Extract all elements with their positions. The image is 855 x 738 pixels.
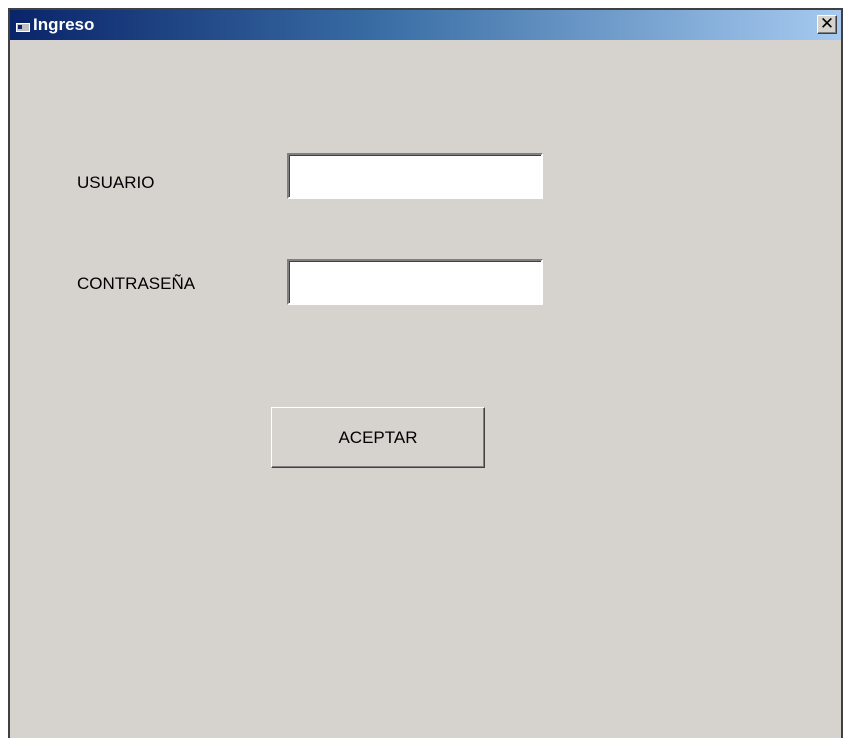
window-title: Ingreso	[33, 15, 95, 34]
usuario-label: USUARIO	[77, 173, 155, 192]
app-window-icon	[16, 19, 30, 32]
title-bar[interactable]: Ingreso ✕	[10, 10, 841, 40]
usuario-input[interactable]	[287, 153, 543, 199]
login-window: Ingreso ✕ USUARIO CONTRASEÑA ACEPTAR	[8, 8, 843, 738]
close-button[interactable]: ✕	[817, 15, 837, 34]
aceptar-button[interactable]: ACEPTAR	[271, 407, 485, 468]
contrasena-label: CONTRASEÑA	[77, 274, 196, 293]
contrasena-input[interactable]	[287, 259, 543, 305]
close-icon: ✕	[819, 14, 835, 34]
